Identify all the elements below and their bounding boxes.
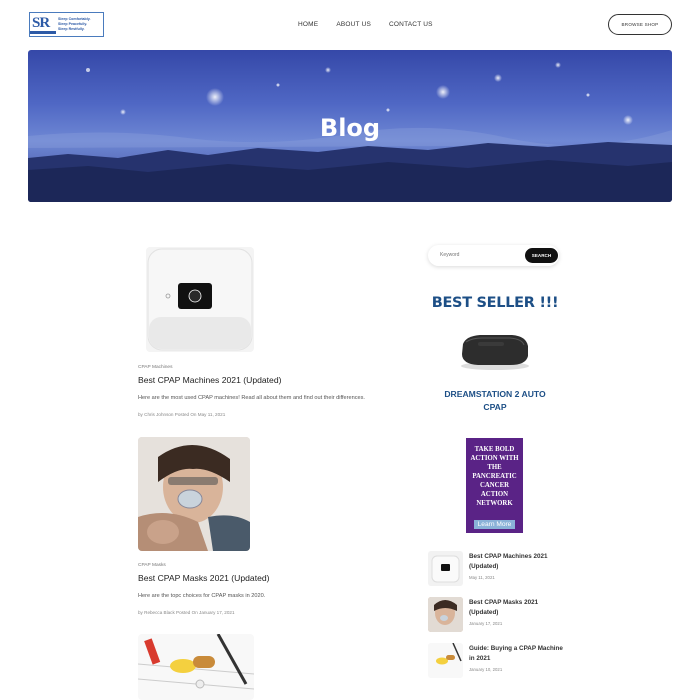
recent-post-thumbnail[interactable] — [428, 597, 463, 632]
recent-post-item[interactable]: Best CPAP Masks 2021 (Updated) January 1… — [428, 597, 568, 637]
post-excerpt: Here are the topc choices for CPAP masks… — [138, 593, 266, 599]
post-thumbnail-cpap-machine[interactable] — [146, 247, 254, 352]
logo-tagline: Sleep Comfortably. Sleep Peacefully. Sle… — [58, 17, 91, 31]
browse-shop-button[interactable]: BROWSE SHOP — [608, 14, 672, 35]
best-seller-heading: BEST SELLER !!! — [431, 295, 559, 311]
post-category[interactable]: CPAP Masks — [138, 563, 166, 568]
product-image[interactable] — [458, 332, 532, 377]
nav-contact-us[interactable]: CONTACT US — [389, 21, 433, 28]
main-nav: HOME ABOUT US CONTACT US — [298, 21, 433, 28]
recent-post-title[interactable]: Best CPAP Machines 2021 (Updated) — [469, 552, 564, 571]
nav-home[interactable]: HOME — [298, 21, 318, 28]
post-title[interactable]: Best CPAP Machines 2021 (Updated) — [138, 375, 281, 385]
site-logo[interactable]: SR Sleep Comfortably. Sleep Peacefully. … — [29, 12, 104, 37]
ad-text: TAKE BOLD ACTION WITH THE PANCREATIC CAN… — [470, 446, 519, 507]
recent-post-item[interactable]: Best CPAP Machines 2021 (Updated) May 11… — [428, 551, 568, 591]
recent-post-title[interactable]: Best CPAP Masks 2021 (Updated) — [469, 598, 564, 617]
logo-letters: SR — [30, 15, 56, 34]
post-thumbnail-guide[interactable] — [138, 634, 254, 700]
hero-banner: Blog — [28, 50, 672, 202]
recent-post-date: May 11, 2021 — [469, 575, 495, 580]
post-thumbnail-cpap-mask[interactable] — [138, 437, 250, 551]
site-header: SR Sleep Comfortably. Sleep Peacefully. … — [0, 0, 700, 50]
post-excerpt: Here are the most used CPAP machines! Re… — [138, 395, 365, 401]
recent-post-thumbnail[interactable] — [428, 551, 463, 586]
recent-post-thumbnail[interactable] — [428, 643, 463, 678]
post-meta: by Chris Johnson Posted On May 11, 2021 — [138, 412, 226, 417]
recent-post-title[interactable]: Guide: Buying a CPAP Machine in 2021 — [469, 644, 564, 663]
recent-post-date: January 17, 2021 — [469, 621, 503, 626]
page-title: Blog — [319, 114, 381, 142]
nav-about-us[interactable]: ABOUT US — [336, 21, 371, 28]
post-category[interactable]: CPAP Machines — [138, 365, 172, 370]
search-button[interactable]: SEARCH — [525, 248, 558, 263]
advertisement-banner[interactable]: TAKE BOLD ACTION WITH THE PANCREATIC CAN… — [466, 438, 523, 533]
post-meta: by Rebecca Black Posted On January 17, 2… — [138, 610, 235, 615]
product-name[interactable]: DREAMSTATION 2 AUTO CPAP — [432, 388, 558, 414]
recent-post-date: January 10, 2021 — [469, 667, 503, 672]
ad-learn-more-button[interactable]: Learn More — [474, 520, 515, 529]
post-title[interactable]: Best CPAP Masks 2021 (Updated) — [138, 573, 270, 583]
search-input[interactable] — [440, 252, 520, 258]
recent-post-item[interactable]: Guide: Buying a CPAP Machine in 2021 Jan… — [428, 643, 568, 683]
